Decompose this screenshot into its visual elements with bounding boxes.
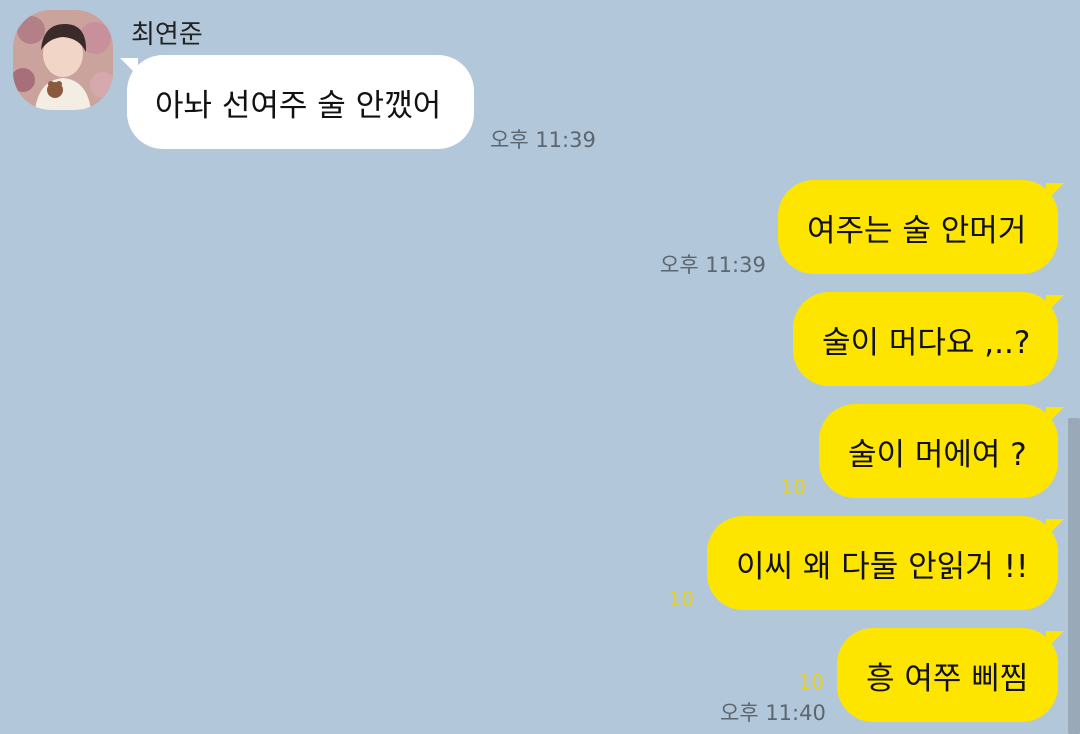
message-time: 오후 11:39	[490, 128, 596, 152]
bubble-tail	[1046, 631, 1064, 649]
profile-photo-icon	[13, 10, 113, 110]
bubble-tail	[1046, 183, 1064, 201]
message-text: 아놔 선여주 술 안깼어	[155, 87, 442, 124]
message-bubble-outgoing[interactable]: 술이 머에여 ?	[819, 404, 1058, 498]
bubble-tail	[1046, 519, 1064, 537]
message-bubble-outgoing[interactable]: 술이 머다요 ,..?	[793, 292, 1058, 386]
message-text: 술이 머다요 ,..?	[822, 324, 1031, 361]
scrollbar[interactable]	[1068, 418, 1080, 734]
chat-area[interactable]: 최연준 아놔 선여주 술 안깼어 오후 11:39 여주는 술 안머거 오후 1…	[0, 0, 1080, 734]
unread-count: 10	[798, 670, 824, 694]
message-time: 오후 11:40	[720, 701, 826, 725]
unread-count: 10	[780, 475, 806, 499]
message-text: 여주는 술 안머거	[807, 212, 1027, 249]
bubble-tail	[1046, 407, 1064, 425]
message-text: 이씨 왜 다둘 안읽거 !!	[736, 548, 1029, 585]
message-time: 오후 11:39	[660, 253, 766, 277]
bubble-tail	[1046, 295, 1064, 313]
message-bubble-incoming[interactable]: 아놔 선여주 술 안깼어	[127, 55, 474, 149]
message-text: 흥 여쭈 삐찜	[866, 660, 1029, 697]
avatar[interactable]	[13, 10, 113, 110]
message-text: 술이 머에여 ?	[848, 436, 1027, 473]
message-bubble-outgoing[interactable]: 이씨 왜 다둘 안읽거 !!	[707, 516, 1058, 610]
contact-name: 최연준	[131, 20, 203, 50]
message-bubble-outgoing[interactable]: 흥 여쭈 삐찜	[837, 628, 1058, 722]
unread-count: 10	[668, 587, 694, 611]
message-bubble-outgoing[interactable]: 여주는 술 안머거	[778, 180, 1058, 274]
bubble-tail	[120, 58, 138, 76]
